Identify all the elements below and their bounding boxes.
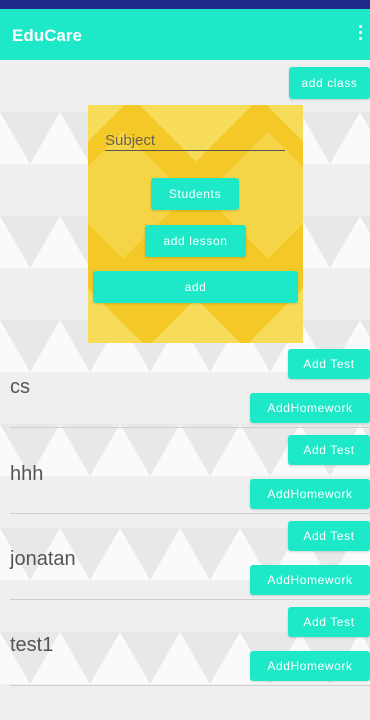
add-homework-button[interactable]: AddHomework: [250, 479, 370, 509]
subject-input[interactable]: [105, 130, 285, 151]
add-homework-button[interactable]: AddHomework: [250, 393, 370, 423]
add-test-button[interactable]: Add Test: [288, 607, 370, 637]
class-name[interactable]: jonatan: [10, 548, 76, 571]
divider: [10, 599, 370, 600]
app-bar: EduCare: [0, 9, 370, 60]
class-name[interactable]: hhh: [10, 463, 43, 486]
add-homework-button[interactable]: AddHomework: [250, 565, 370, 595]
overflow-menu-icon[interactable]: [357, 25, 363, 45]
app-title: EduCare: [12, 26, 82, 45]
add-test-button[interactable]: Add Test: [288, 435, 370, 465]
add-class-button[interactable]: add class: [289, 67, 370, 99]
add-homework-button[interactable]: AddHomework: [250, 651, 370, 681]
class-name[interactable]: test1: [10, 634, 53, 657]
status-bar: [0, 0, 370, 9]
divider: [10, 685, 370, 686]
divider: [10, 427, 370, 428]
class-name[interactable]: cs: [10, 376, 30, 399]
add-test-button[interactable]: Add Test: [288, 521, 370, 551]
divider: [10, 513, 370, 514]
add-button[interactable]: add: [93, 271, 298, 303]
students-button[interactable]: Students: [151, 178, 239, 210]
add-lesson-button[interactable]: add lesson: [145, 225, 246, 257]
add-test-button[interactable]: Add Test: [288, 349, 370, 379]
